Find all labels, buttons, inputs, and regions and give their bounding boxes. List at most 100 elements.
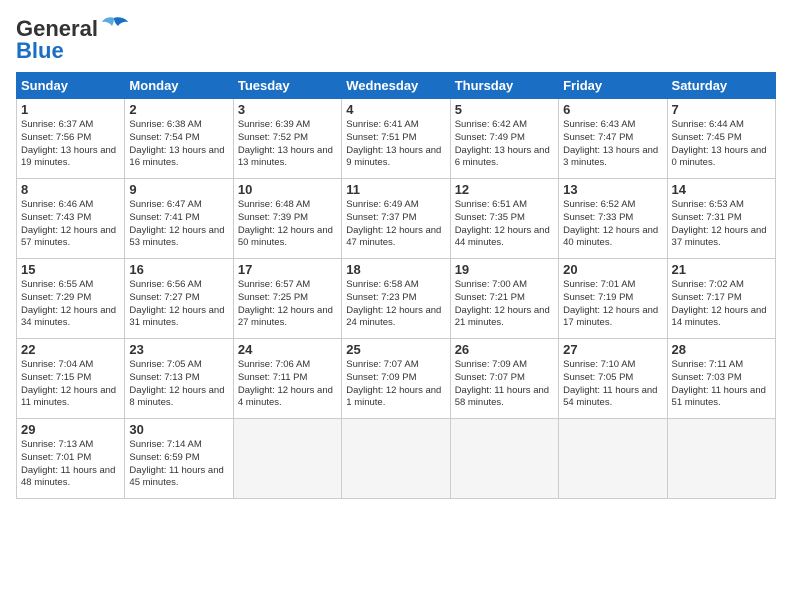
day-number: 25 xyxy=(346,342,445,357)
day-number: 8 xyxy=(21,182,120,197)
day-info: Sunrise: 7:14 AMSunset: 6:59 PMDaylight:… xyxy=(129,439,228,490)
calendar-cell xyxy=(233,419,341,499)
logo-bird-icon xyxy=(100,16,128,34)
calendar-cell: 2 Sunrise: 6:38 AMSunset: 7:54 PMDaylight… xyxy=(125,99,233,179)
calendar-cell: 9 Sunrise: 6:47 AMSunset: 7:41 PMDaylight… xyxy=(125,179,233,259)
day-info: Sunrise: 6:58 AMSunset: 7:23 PMDaylight:… xyxy=(346,279,445,330)
day-number: 14 xyxy=(672,182,771,197)
day-info: Sunrise: 7:11 AMSunset: 7:03 PMDaylight:… xyxy=(672,359,771,410)
day-info: Sunrise: 7:01 AMSunset: 7:19 PMDaylight:… xyxy=(563,279,662,330)
day-info: Sunrise: 6:48 AMSunset: 7:39 PMDaylight:… xyxy=(238,199,337,250)
calendar-cell: 18 Sunrise: 6:58 AMSunset: 7:23 PMDayligh… xyxy=(342,259,450,339)
day-number: 11 xyxy=(346,182,445,197)
day-number: 3 xyxy=(238,102,337,117)
calendar-cell: 15 Sunrise: 6:55 AMSunset: 7:29 PMDayligh… xyxy=(17,259,125,339)
day-info: Sunrise: 7:05 AMSunset: 7:13 PMDaylight:… xyxy=(129,359,228,410)
day-number: 26 xyxy=(455,342,554,357)
day-number: 23 xyxy=(129,342,228,357)
calendar-cell xyxy=(667,419,775,499)
day-number: 5 xyxy=(455,102,554,117)
day-info: Sunrise: 6:57 AMSunset: 7:25 PMDaylight:… xyxy=(238,279,337,330)
day-info: Sunrise: 6:43 AMSunset: 7:47 PMDaylight:… xyxy=(563,119,662,170)
calendar-cell: 27 Sunrise: 7:10 AMSunset: 7:05 PMDayligh… xyxy=(559,339,667,419)
day-info: Sunrise: 7:13 AMSunset: 7:01 PMDaylight:… xyxy=(21,439,120,490)
calendar-cell: 13Sunrise: 6:52 AMSunset: 7:33 PMDayligh… xyxy=(559,179,667,259)
calendar-cell: 21 Sunrise: 7:02 AMSunset: 7:17 PMDayligh… xyxy=(667,259,775,339)
calendar-cell: 26 Sunrise: 7:09 AMSunset: 7:07 PMDayligh… xyxy=(450,339,558,419)
day-number: 7 xyxy=(672,102,771,117)
day-info: Sunrise: 6:51 AMSunset: 7:35 PMDaylight:… xyxy=(455,199,554,250)
calendar-cell: 24 Sunrise: 7:06 AMSunset: 7:11 PMDayligh… xyxy=(233,339,341,419)
weekday-header-thursday: Thursday xyxy=(450,73,558,99)
day-number: 9 xyxy=(129,182,228,197)
week-row-5: 29 Sunrise: 7:13 AMSunset: 7:01 PMDayligh… xyxy=(17,419,776,499)
weekday-header-tuesday: Tuesday xyxy=(233,73,341,99)
weekday-header-friday: Friday xyxy=(559,73,667,99)
calendar-cell: 6 Sunrise: 6:43 AMSunset: 7:47 PMDaylight… xyxy=(559,99,667,179)
week-row-4: 22Sunrise: 7:04 AMSunset: 7:15 PMDayligh… xyxy=(17,339,776,419)
day-number: 28 xyxy=(672,342,771,357)
day-number: 21 xyxy=(672,262,771,277)
day-info: Sunrise: 6:47 AMSunset: 7:41 PMDaylight:… xyxy=(129,199,228,250)
calendar-cell: 5 Sunrise: 6:42 AMSunset: 7:49 PMDaylight… xyxy=(450,99,558,179)
calendar-cell: 7 Sunrise: 6:44 AMSunset: 7:45 PMDaylight… xyxy=(667,99,775,179)
week-row-2: 8 Sunrise: 6:46 AMSunset: 7:43 PMDaylight… xyxy=(17,179,776,259)
day-info: Sunrise: 6:41 AMSunset: 7:51 PMDaylight:… xyxy=(346,119,445,170)
day-info: Sunrise: 7:10 AMSunset: 7:05 PMDaylight:… xyxy=(563,359,662,410)
day-number: 6 xyxy=(563,102,662,117)
day-info: Sunrise: 6:44 AMSunset: 7:45 PMDaylight:… xyxy=(672,119,771,170)
weekday-header-wednesday: Wednesday xyxy=(342,73,450,99)
calendar-cell: 1 Sunrise: 6:37 AMSunset: 7:56 PMDaylight… xyxy=(17,99,125,179)
day-info: Sunrise: 7:02 AMSunset: 7:17 PMDaylight:… xyxy=(672,279,771,330)
day-info: Sunrise: 6:56 AMSunset: 7:27 PMDaylight:… xyxy=(129,279,228,330)
calendar-cell: 30Sunrise: 7:14 AMSunset: 6:59 PMDayligh… xyxy=(125,419,233,499)
calendar-cell: 14 Sunrise: 6:53 AMSunset: 7:31 PMDayligh… xyxy=(667,179,775,259)
day-info: Sunrise: 7:06 AMSunset: 7:11 PMDaylight:… xyxy=(238,359,337,410)
day-info: Sunrise: 7:09 AMSunset: 7:07 PMDaylight:… xyxy=(455,359,554,410)
day-number: 19 xyxy=(455,262,554,277)
calendar-cell xyxy=(559,419,667,499)
weekday-header-sunday: Sunday xyxy=(17,73,125,99)
header: General Blue xyxy=(16,16,776,64)
day-number: 15 xyxy=(21,262,120,277)
logo: General Blue xyxy=(16,16,128,64)
calendar-cell: 10 Sunrise: 6:48 AMSunset: 7:39 PMDayligh… xyxy=(233,179,341,259)
day-number: 1 xyxy=(21,102,120,117)
day-info: Sunrise: 6:37 AMSunset: 7:56 PMDaylight:… xyxy=(21,119,120,170)
day-info: Sunrise: 7:00 AMSunset: 7:21 PMDaylight:… xyxy=(455,279,554,330)
calendar-cell: 3 Sunrise: 6:39 AMSunset: 7:52 PMDaylight… xyxy=(233,99,341,179)
calendar-cell: 28 Sunrise: 7:11 AMSunset: 7:03 PMDayligh… xyxy=(667,339,775,419)
day-number: 24 xyxy=(238,342,337,357)
day-info: Sunrise: 6:53 AMSunset: 7:31 PMDaylight:… xyxy=(672,199,771,250)
logo-blue: Blue xyxy=(16,38,64,64)
day-info: Sunrise: 6:38 AMSunset: 7:54 PMDaylight:… xyxy=(129,119,228,170)
calendar-cell: 20 Sunrise: 7:01 AMSunset: 7:19 PMDayligh… xyxy=(559,259,667,339)
day-number: 10 xyxy=(238,182,337,197)
day-number: 17 xyxy=(238,262,337,277)
calendar-cell: 16 Sunrise: 6:56 AMSunset: 7:27 PMDayligh… xyxy=(125,259,233,339)
day-info: Sunrise: 6:55 AMSunset: 7:29 PMDaylight:… xyxy=(21,279,120,330)
day-number: 12 xyxy=(455,182,554,197)
week-row-1: 1 Sunrise: 6:37 AMSunset: 7:56 PMDaylight… xyxy=(17,99,776,179)
day-number: 27 xyxy=(563,342,662,357)
weekday-header-saturday: Saturday xyxy=(667,73,775,99)
day-number: 20 xyxy=(563,262,662,277)
day-number: 16 xyxy=(129,262,228,277)
day-info: Sunrise: 7:07 AMSunset: 7:09 PMDaylight:… xyxy=(346,359,445,410)
calendar-cell: 29 Sunrise: 7:13 AMSunset: 7:01 PMDayligh… xyxy=(17,419,125,499)
day-number: 18 xyxy=(346,262,445,277)
day-number: 2 xyxy=(129,102,228,117)
day-number: 29 xyxy=(21,422,120,437)
day-number: 13 xyxy=(563,182,662,197)
calendar-cell xyxy=(342,419,450,499)
calendar-cell: 11Sunrise: 6:49 AMSunset: 7:37 PMDayligh… xyxy=(342,179,450,259)
calendar-cell: 19 Sunrise: 7:00 AMSunset: 7:21 PMDayligh… xyxy=(450,259,558,339)
calendar-cell: 25 Sunrise: 7:07 AMSunset: 7:09 PMDayligh… xyxy=(342,339,450,419)
day-number: 22 xyxy=(21,342,120,357)
day-info: Sunrise: 6:42 AMSunset: 7:49 PMDaylight:… xyxy=(455,119,554,170)
calendar-cell: 12 Sunrise: 6:51 AMSunset: 7:35 PMDayligh… xyxy=(450,179,558,259)
weekday-header-monday: Monday xyxy=(125,73,233,99)
day-info: Sunrise: 6:46 AMSunset: 7:43 PMDaylight:… xyxy=(21,199,120,250)
day-info: Sunrise: 6:39 AMSunset: 7:52 PMDaylight:… xyxy=(238,119,337,170)
calendar-cell: 22Sunrise: 7:04 AMSunset: 7:15 PMDayligh… xyxy=(17,339,125,419)
